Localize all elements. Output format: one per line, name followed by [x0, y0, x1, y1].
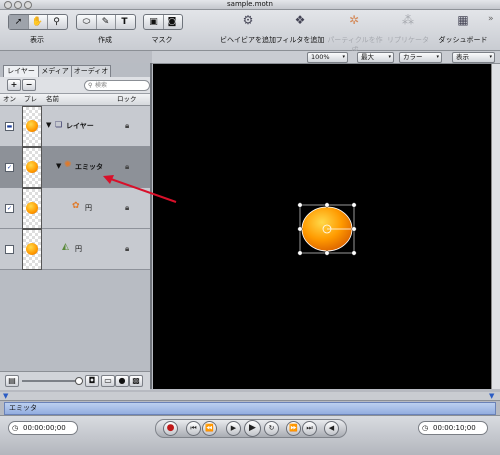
- go-to-end-button[interactable]: ⏭: [302, 421, 317, 436]
- audio-button[interactable]: ◀: [324, 421, 339, 436]
- record-button[interactable]: ●: [163, 421, 178, 436]
- play-from-start-button[interactable]: ▶: [226, 421, 241, 436]
- annotation-overlay: [103, 175, 177, 203]
- go-to-start-button[interactable]: ⏮: [186, 421, 201, 436]
- timeline-track-emitter[interactable]: エミッタ: [4, 402, 496, 415]
- skip-start-icon: ⏮: [190, 424, 197, 432]
- timeline-ruler[interactable]: ▼ ▼: [0, 392, 500, 401]
- previous-frame-button[interactable]: ⏪: [202, 421, 217, 436]
- play-start-icon: ▶: [230, 424, 237, 432]
- step-forward-icon: ⏩: [289, 424, 298, 432]
- next-frame-button[interactable]: ⏩: [286, 421, 301, 436]
- playhead-start-marker[interactable]: ▼: [3, 392, 8, 400]
- loop-button[interactable]: ↻: [264, 421, 279, 436]
- loop-icon: ↻: [268, 424, 275, 432]
- play-button[interactable]: ▶: [244, 420, 261, 437]
- playhead-end-marker[interactable]: ▼: [489, 392, 494, 400]
- record-icon: ●: [166, 423, 175, 433]
- duration-value: 00:00:10;00: [433, 424, 476, 432]
- play-icon: ▶: [249, 423, 256, 433]
- annotation-arrow-line: [107, 177, 177, 203]
- step-back-icon: ⏪: [205, 424, 214, 432]
- transport-bar: ◷ 00:00:00;00 ● ⏮ ⏪ ▶ ▶ ↻ ⏩ ⏭ ◀ ◷ 00:00:10…: [0, 415, 500, 455]
- clock-icon: ◷: [12, 424, 19, 432]
- clock-icon: ◷: [422, 424, 429, 432]
- speaker-icon: ◀: [328, 424, 335, 432]
- current-time-field[interactable]: ◷ 00:00:00;00: [8, 421, 78, 435]
- skip-end-icon: ⏭: [306, 424, 313, 432]
- duration-field[interactable]: ◷ 00:00:10;00: [418, 421, 488, 435]
- current-time-value: 00:00:00;00: [23, 424, 66, 432]
- timeline-panel: ▼ ▼ エミッタ ◷ 00:00:00;00 ● ⏮ ⏪ ▶ ▶ ↻ ⏩ ⏭ ◀ …: [0, 390, 500, 455]
